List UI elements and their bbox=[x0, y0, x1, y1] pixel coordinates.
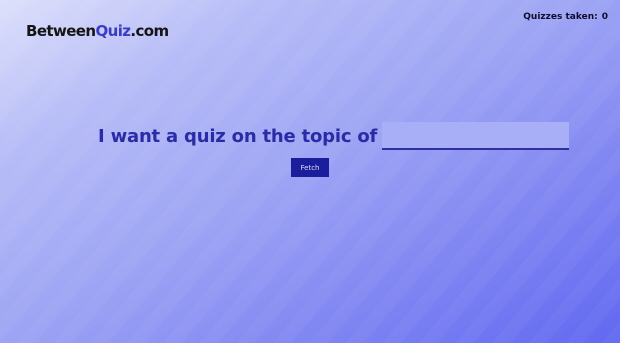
logo-suffix: .com bbox=[130, 22, 169, 40]
site-logo[interactable]: BetweenQuiz.com bbox=[26, 22, 169, 40]
topic-input[interactable] bbox=[382, 122, 570, 150]
quizzes-taken-counter: Quizzes taken: 0 bbox=[523, 12, 608, 22]
topic-prompt-text: I want a quiz on the topic of bbox=[98, 125, 378, 147]
quizzes-taken-count: 0 bbox=[601, 12, 608, 22]
logo-accent: Quiz bbox=[95, 22, 131, 40]
logo-prefix: Between bbox=[26, 22, 96, 40]
topic-prompt-row: I want a quiz on the topic of bbox=[98, 122, 570, 150]
quizzes-taken-label: Quizzes taken: bbox=[523, 12, 598, 22]
fetch-button[interactable]: Fetch bbox=[291, 158, 329, 177]
